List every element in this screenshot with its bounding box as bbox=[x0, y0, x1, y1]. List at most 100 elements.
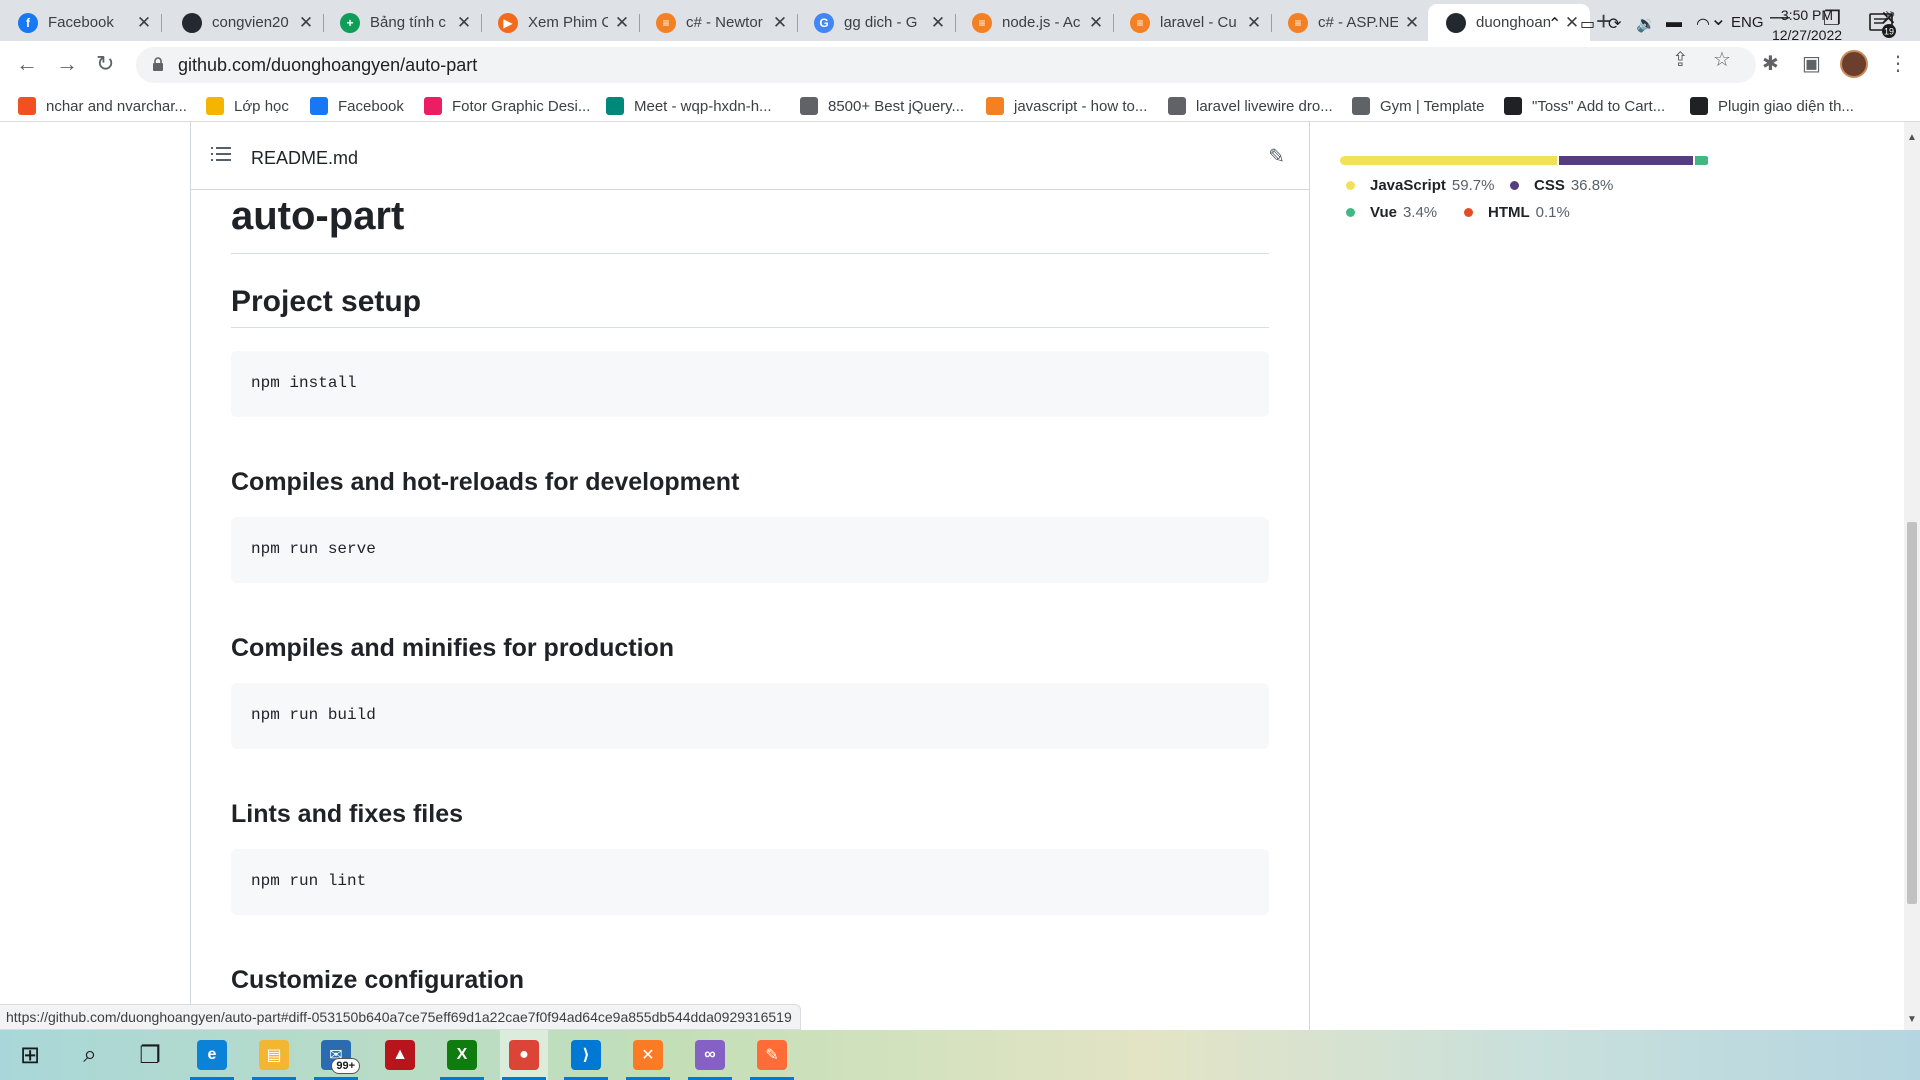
bookmark-item[interactable]: nchar and nvarchar... bbox=[18, 95, 187, 117]
lock-icon[interactable] bbox=[152, 57, 164, 71]
scrollbar-thumb[interactable] bbox=[1907, 522, 1917, 904]
language-percent: 59.7% bbox=[1451, 177, 1495, 194]
postman-app[interactable]: ✎ bbox=[748, 1030, 796, 1080]
chrome-menu-icon[interactable]: ⋮ bbox=[1888, 51, 1908, 76]
scroll-up-arrow[interactable]: ▲ bbox=[1907, 132, 1917, 143]
bookmark-label: Facebook bbox=[338, 97, 404, 115]
notification-center-icon[interactable]: 19 bbox=[1868, 10, 1896, 38]
outline-list-icon[interactable] bbox=[211, 146, 231, 162]
mail-app[interactable]: ✉ 99+ bbox=[312, 1030, 360, 1080]
bookmark-item[interactable]: Facebook bbox=[310, 95, 404, 117]
browser-tab[interactable]: duonghoan ✕ bbox=[1428, 4, 1590, 41]
tab-close-icon[interactable]: ✕ bbox=[612, 13, 632, 33]
language-item[interactable]: JavaScript 59.7% bbox=[1346, 177, 1494, 194]
bookmark-item[interactable]: Gym | Template bbox=[1352, 95, 1485, 117]
tab-close-icon[interactable]: ✕ bbox=[1086, 13, 1106, 33]
tab-close-icon[interactable]: ✕ bbox=[454, 13, 474, 33]
task-view-button[interactable]: ❐ bbox=[126, 1030, 174, 1080]
language-item[interactable]: HTML 0.1% bbox=[1464, 204, 1570, 221]
bookmark-item[interactable]: javascript - how to... bbox=[986, 95, 1147, 117]
browser-tab[interactable]: ≡ c# - ASP.NE ✕ bbox=[1270, 4, 1430, 41]
language-item[interactable]: Vue 3.4% bbox=[1346, 204, 1437, 221]
start-button[interactable]: ⊞ bbox=[6, 1030, 54, 1080]
tab-close-icon[interactable]: ✕ bbox=[1402, 13, 1422, 33]
tab-strip: f Facebook ✕ congvien20 ✕ + Bảng tính c ✕ ▶ Xem P… bbox=[0, 0, 1920, 41]
browser-tab[interactable]: ≡ laravel - Cu ✕ bbox=[1112, 4, 1272, 41]
globe-icon bbox=[800, 97, 818, 115]
language-bar-segment[interactable] bbox=[1340, 156, 1558, 165]
bookmark-item[interactable]: 8500+ Best jQuery... bbox=[800, 95, 964, 117]
back-button[interactable]: ← bbox=[16, 51, 38, 77]
moon-icon bbox=[1690, 97, 1708, 115]
vscode-app[interactable]: ⟩ bbox=[562, 1030, 610, 1080]
task-view-icon: ❐ bbox=[139, 1041, 161, 1069]
bookmark-item[interactable]: Meet - wqp-hxdn-h... bbox=[606, 95, 772, 117]
file-explorer-app[interactable]: ▤ bbox=[250, 1030, 298, 1080]
xbox-app[interactable]: X bbox=[438, 1030, 486, 1080]
language-name: Vue bbox=[1370, 204, 1397, 221]
tab-close-icon[interactable]: ✕ bbox=[928, 13, 948, 33]
browser-tab[interactable]: ▶ Xem Phim C ✕ bbox=[480, 4, 640, 41]
tab-close-icon[interactable]: ✕ bbox=[134, 13, 154, 33]
fotor-icon bbox=[424, 97, 442, 115]
language-bar-segment[interactable] bbox=[1695, 156, 1708, 165]
bookmark-item[interactable]: Plugin giao diện th... bbox=[1690, 95, 1854, 117]
input-language[interactable]: ENG bbox=[1731, 14, 1764, 31]
bookmark-item[interactable]: Fotor Graphic Desi... bbox=[424, 95, 590, 117]
browser-tab[interactable]: ≡ c# - Newtor ✕ bbox=[638, 4, 798, 41]
update-icon[interactable]: ⟳ bbox=[1608, 14, 1621, 34]
facebook-icon bbox=[310, 97, 328, 115]
browser-tab[interactable]: congvien20 ✕ bbox=[164, 4, 324, 41]
bookmark-item[interactable]: Lớp học bbox=[206, 95, 289, 117]
xampp-app[interactable]: ✕ bbox=[624, 1030, 672, 1080]
bookmark-star-icon[interactable]: ☆ bbox=[1713, 47, 1731, 72]
language-bar bbox=[1340, 156, 1710, 165]
readme-title: auto-part bbox=[231, 194, 1269, 254]
url-text[interactable]: github.com/duonghoangyen/auto-part bbox=[178, 55, 477, 76]
browser-tab[interactable]: ≡ node.js - Ac ✕ bbox=[954, 4, 1114, 41]
readme-filename[interactable]: README.md bbox=[251, 148, 358, 169]
tab-title: gg dich - G bbox=[844, 14, 918, 31]
browser-tab[interactable]: f Facebook ✕ bbox=[0, 4, 162, 41]
section-heading: Compiles and minifies for production bbox=[231, 634, 675, 662]
tab-close-icon[interactable]: ✕ bbox=[296, 13, 316, 33]
tab-close-icon[interactable]: ✕ bbox=[1244, 13, 1264, 33]
laravel-app[interactable]: ▲ bbox=[376, 1030, 424, 1080]
tab-title: node.js - Ac bbox=[1002, 14, 1081, 31]
reload-button[interactable]: ↻ bbox=[96, 51, 114, 77]
bookmark-label: "Toss" Add to Cart... bbox=[1532, 97, 1666, 115]
browser-tab[interactable]: Ggg dich - G ✕ bbox=[796, 4, 956, 41]
meet-now-icon[interactable]: ▭ bbox=[1580, 14, 1595, 34]
scroll-down-arrow[interactable]: ▼ bbox=[1907, 1014, 1917, 1025]
volume-icon[interactable]: 🔉 bbox=[1636, 14, 1656, 34]
tab-close-icon[interactable]: ✕ bbox=[770, 13, 790, 33]
tab-close-icon[interactable]: ✕ bbox=[1562, 13, 1582, 33]
tab-search-icon[interactable]: ⌄ bbox=[1710, 6, 1727, 31]
visual-studio-app[interactable]: ∞ bbox=[686, 1030, 734, 1080]
address-bar[interactable]: github.com/duonghoangyen/auto-part bbox=[136, 47, 1756, 83]
battery-icon[interactable]: ▬ bbox=[1666, 14, 1682, 32]
tab-title: congvien20 bbox=[212, 14, 289, 31]
wifi-icon[interactable]: ◠ bbox=[1696, 14, 1710, 34]
section-heading-build: Compiles and minifies for production bbox=[231, 634, 1269, 663]
extensions-icon[interactable]: ✱ bbox=[1762, 51, 1779, 76]
edit-pencil-icon[interactable]: ✎ bbox=[1268, 144, 1285, 169]
page-scrollbar[interactable]: ▲ ▼ bbox=[1904, 122, 1920, 1030]
tab-separator bbox=[161, 14, 162, 32]
language-bar-segment[interactable] bbox=[1559, 156, 1694, 165]
profile-avatar[interactable] bbox=[1840, 50, 1868, 78]
show-hidden-icons[interactable]: ⌃ bbox=[1548, 14, 1561, 34]
taskbar-clock[interactable]: 3:50 PM 12/27/2022 bbox=[1762, 5, 1852, 45]
browser-tab[interactable]: + Bảng tính c ✕ bbox=[322, 4, 482, 41]
bookmark-item[interactable]: "Toss" Add to Cart... bbox=[1504, 95, 1665, 117]
bookmark-label: Plugin giao diện th... bbox=[1718, 97, 1854, 115]
share-icon[interactable]: ⇪ bbox=[1672, 47, 1689, 72]
language-item[interactable]: CSS 36.8% bbox=[1510, 177, 1613, 194]
side-panel-icon[interactable]: ▣ bbox=[1802, 51, 1821, 76]
play-icon: ▶ bbox=[498, 12, 518, 33]
edge-app[interactable]: e bbox=[188, 1030, 236, 1080]
bookmark-item[interactable]: laravel livewire dro... bbox=[1168, 95, 1333, 117]
chrome-app[interactable]: ● bbox=[500, 1030, 548, 1080]
search-button[interactable]: ⌕ bbox=[66, 1030, 114, 1080]
forward-button[interactable]: → bbox=[56, 51, 78, 77]
